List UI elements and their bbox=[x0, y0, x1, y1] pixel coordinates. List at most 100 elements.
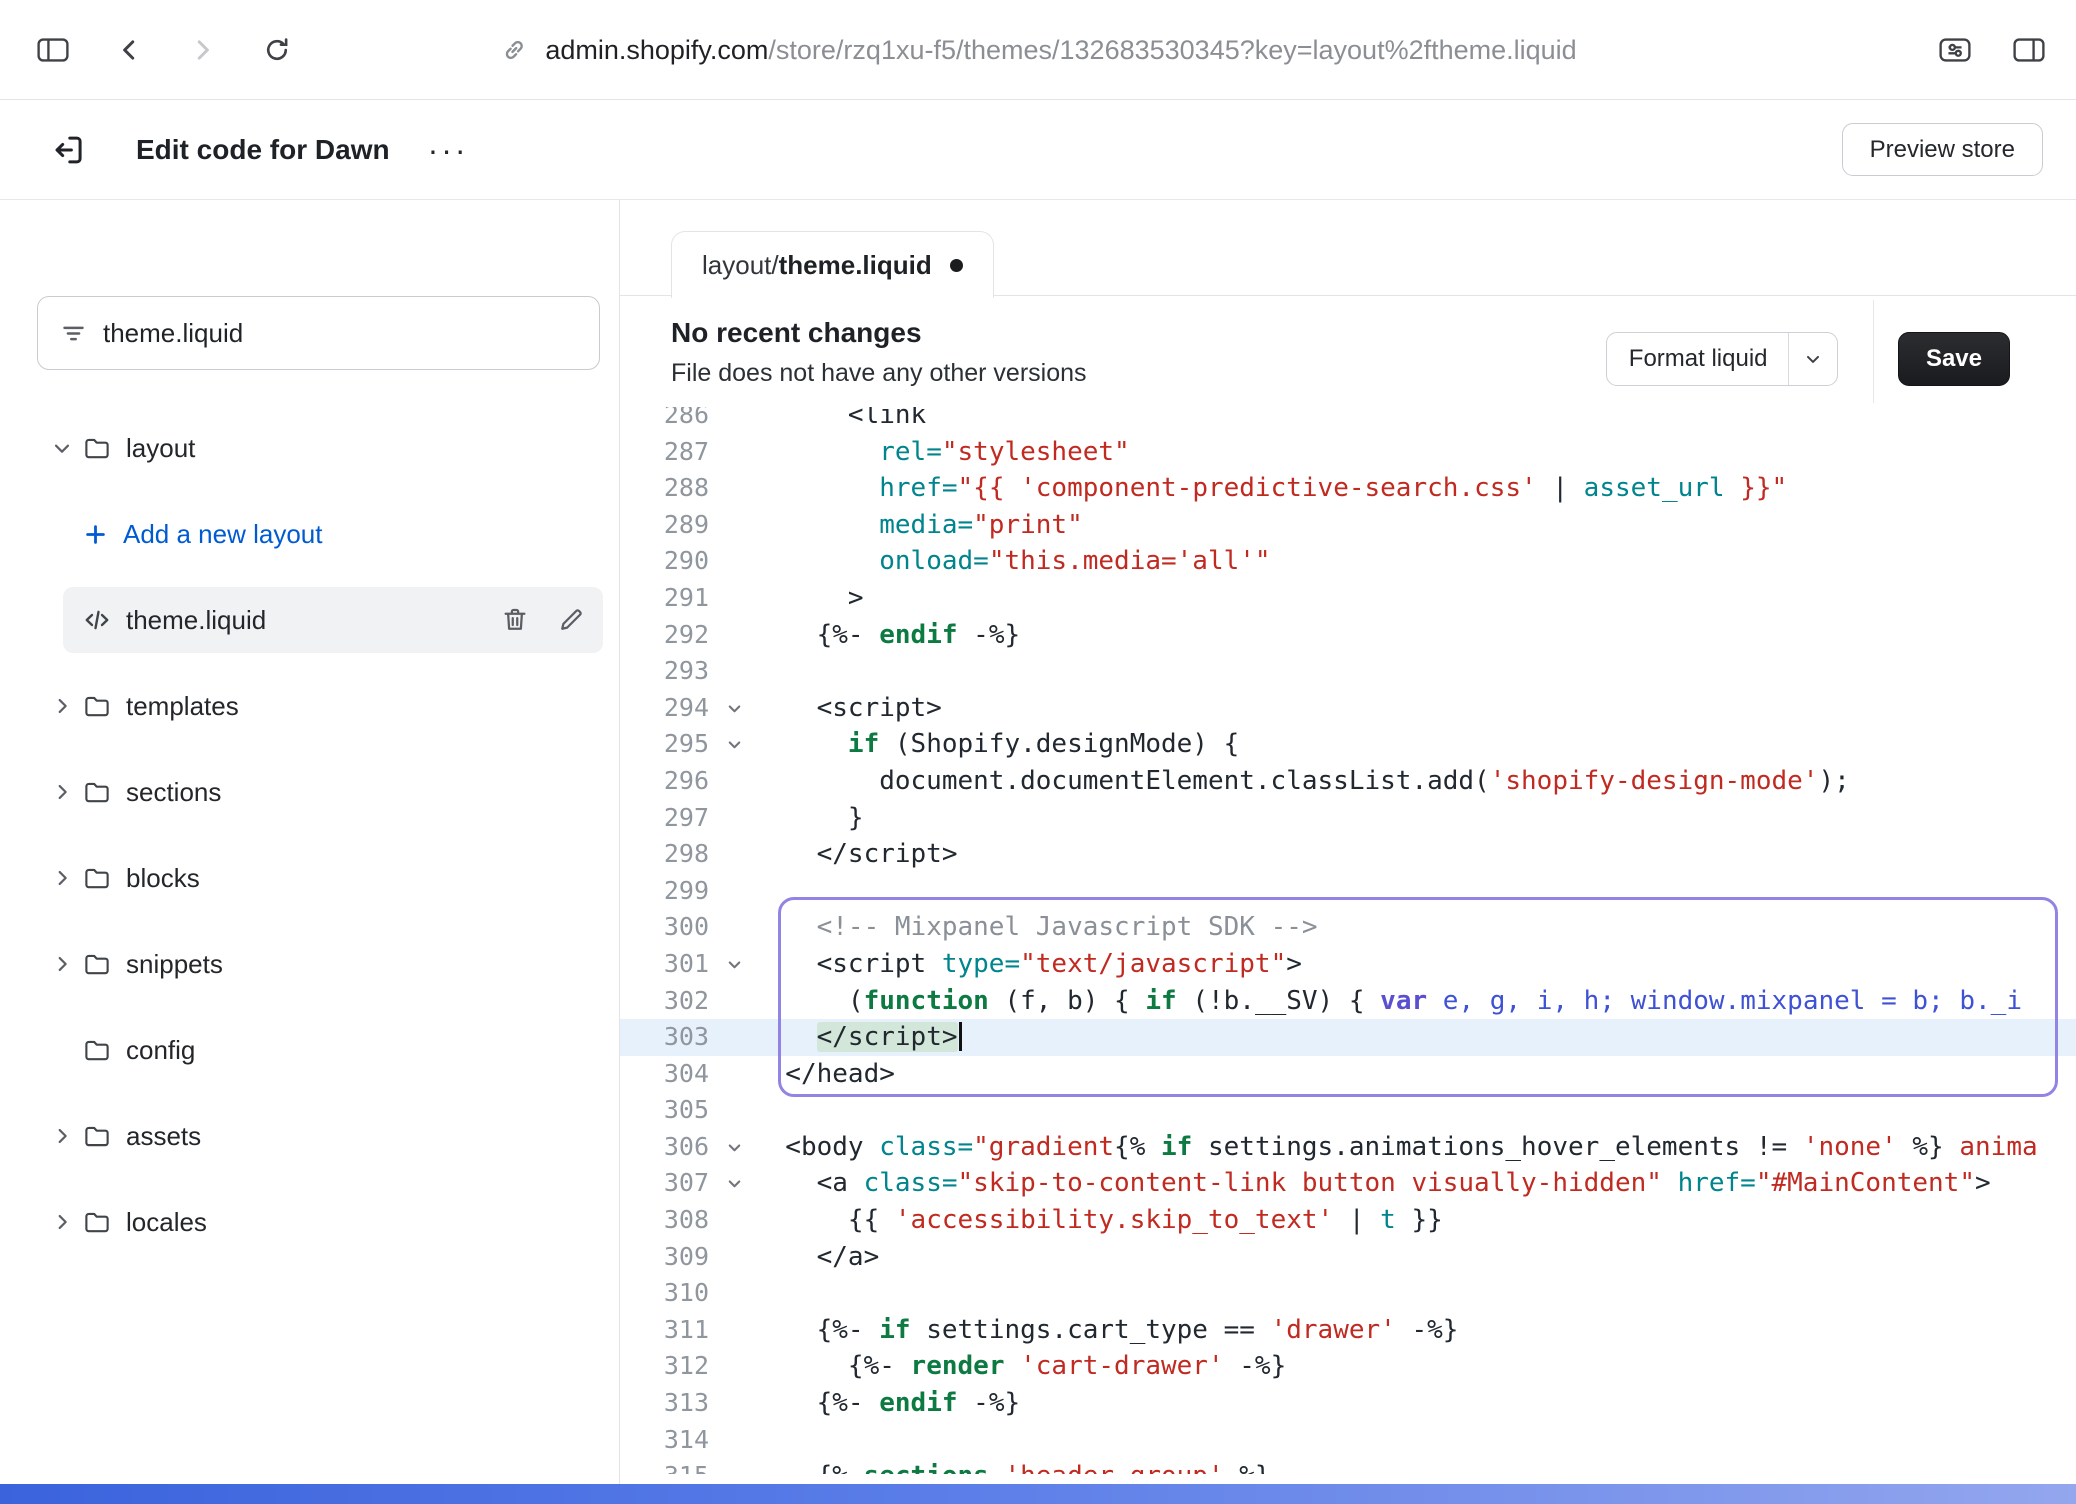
code-line-306[interactable]: 306 <body class="gradient{% if settings.… bbox=[620, 1129, 2076, 1166]
line-number: 303 bbox=[620, 1019, 715, 1056]
code-line-310[interactable]: 310 bbox=[620, 1275, 2076, 1312]
save-button[interactable]: Save bbox=[1898, 332, 2010, 386]
filter-icon bbox=[60, 320, 87, 347]
line-number: 300 bbox=[620, 909, 715, 946]
code-line-311[interactable]: 311 {%- if settings.cart_type == 'drawer… bbox=[620, 1312, 2076, 1349]
chevron-right-icon[interactable] bbox=[49, 1211, 75, 1233]
code-line-290[interactable]: 290 onload="this.media='all'" bbox=[620, 543, 2076, 580]
fold-toggle-icon[interactable] bbox=[715, 690, 754, 727]
code-line-313[interactable]: 313 {%- endif -%} bbox=[620, 1385, 2076, 1422]
sidebar-item-theme-liquid[interactable]: theme.liquid bbox=[0, 577, 620, 663]
code-line-287[interactable]: 287 rel="stylesheet" bbox=[620, 434, 2076, 471]
line-number: 299 bbox=[620, 873, 715, 910]
line-number: 293 bbox=[620, 653, 715, 690]
line-number: 286 bbox=[620, 407, 715, 434]
code-line-299[interactable]: 299 bbox=[620, 873, 2076, 910]
sidebar-item-add-layout[interactable]: Add a new layout bbox=[0, 491, 620, 577]
chevron-right-icon[interactable] bbox=[49, 781, 75, 803]
sidebar-item-locales[interactable]: locales bbox=[0, 1179, 620, 1265]
code-line-308[interactable]: 308 {{ 'accessibility.skip_to_text' | t … bbox=[620, 1202, 2076, 1239]
code-line-298[interactable]: 298 </script> bbox=[620, 836, 2076, 873]
code-line-315[interactable]: 315 {% sections 'header-group' %} bbox=[620, 1458, 2076, 1474]
status-title: No recent changes bbox=[671, 314, 1087, 352]
extensions-icon[interactable] bbox=[1938, 35, 1972, 65]
tab-theme-liquid[interactable]: layout/theme.liquid bbox=[671, 231, 994, 298]
fold-toggle-icon[interactable] bbox=[715, 1165, 754, 1202]
code-line-309[interactable]: 309 </a> bbox=[620, 1239, 2076, 1276]
line-number: 301 bbox=[620, 946, 715, 983]
folder-icon bbox=[82, 949, 112, 979]
file-tree: layout Add a new layout theme.liquid tem… bbox=[0, 405, 620, 1265]
line-number: 305 bbox=[620, 1092, 715, 1129]
code-line-288[interactable]: 288 href="{{ 'component-predictive-searc… bbox=[620, 470, 2076, 507]
unsaved-changes-dot bbox=[950, 259, 963, 272]
chevron-right-icon[interactable] bbox=[49, 867, 75, 889]
line-number: 302 bbox=[620, 983, 715, 1020]
address-bar[interactable]: admin.shopify.com/store/rzq1xu-f5/themes… bbox=[499, 0, 1576, 100]
code-line-302[interactable]: 302 (function (f, b) { if (!b.__SV) { va… bbox=[620, 983, 2076, 1020]
sidebar-item-sections[interactable]: sections bbox=[0, 749, 620, 835]
code-line-307[interactable]: 307 <a class="skip-to-content-link butto… bbox=[620, 1165, 2076, 1202]
back-icon[interactable] bbox=[114, 35, 144, 65]
exit-button[interactable] bbox=[50, 131, 88, 169]
forward-icon[interactable] bbox=[188, 35, 218, 65]
preview-store-button[interactable]: Preview store bbox=[1842, 123, 2043, 176]
code-line-314[interactable]: 314 bbox=[620, 1422, 2076, 1459]
code-line-312[interactable]: 312 {%- render 'cart-drawer' -%} bbox=[620, 1348, 2076, 1385]
line-number: 287 bbox=[620, 434, 715, 471]
code-line-301[interactable]: 301 <script type="text/javascript"> bbox=[620, 946, 2076, 983]
reload-icon[interactable] bbox=[262, 35, 292, 65]
code-file-icon bbox=[82, 605, 112, 635]
code-line-289[interactable]: 289 media="print" bbox=[620, 507, 2076, 544]
editor-status-bar: No recent changes File does not have any… bbox=[620, 296, 2076, 407]
sidebar-item-assets[interactable]: assets bbox=[0, 1093, 620, 1179]
edit-icon[interactable] bbox=[556, 605, 586, 635]
file-filter-input[interactable]: theme.liquid bbox=[37, 296, 600, 370]
file-sidebar: theme.liquid layout Add a new layout the… bbox=[0, 200, 620, 1484]
delete-icon[interactable] bbox=[500, 605, 530, 635]
line-number: 312 bbox=[620, 1348, 715, 1385]
sidebar-item-blocks[interactable]: blocks bbox=[0, 835, 620, 921]
folder-icon bbox=[82, 1035, 112, 1065]
chevron-right-icon[interactable] bbox=[49, 1125, 75, 1147]
line-number: 313 bbox=[620, 1385, 715, 1422]
code-editor[interactable]: 286 <link287 rel="stylesheet"288 href="{… bbox=[620, 407, 2076, 1474]
sidebar-item-snippets[interactable]: snippets bbox=[0, 921, 620, 1007]
more-actions-button[interactable]: ··· bbox=[428, 140, 469, 160]
code-line-293[interactable]: 293 bbox=[620, 653, 2076, 690]
folder-icon bbox=[82, 777, 112, 807]
sidebar-item-layout[interactable]: layout bbox=[0, 405, 620, 491]
folder-icon bbox=[82, 433, 112, 463]
folder-icon bbox=[82, 691, 112, 721]
panel-right-icon[interactable] bbox=[2012, 35, 2046, 65]
code-line-296[interactable]: 296 document.documentElement.classList.a… bbox=[620, 763, 2076, 800]
code-line-291[interactable]: 291 > bbox=[620, 580, 2076, 617]
code-line-295[interactable]: 295 if (Shopify.designMode) { bbox=[620, 726, 2076, 763]
fold-toggle-icon[interactable] bbox=[715, 946, 754, 983]
format-liquid-button[interactable]: Format liquid bbox=[1606, 332, 1838, 386]
line-number: 290 bbox=[620, 543, 715, 580]
chevron-down-icon[interactable] bbox=[49, 437, 75, 459]
code-line-300[interactable]: 300 <!-- Mixpanel Javascript SDK --> bbox=[620, 909, 2076, 946]
code-line-303[interactable]: 303 </script> bbox=[620, 1019, 2076, 1056]
chevron-right-icon[interactable] bbox=[49, 953, 75, 975]
line-number: 304 bbox=[620, 1056, 715, 1093]
sidebar-toggle-icon[interactable] bbox=[36, 35, 70, 65]
chevron-right-icon[interactable] bbox=[49, 695, 75, 717]
chevron-down-icon[interactable] bbox=[1789, 349, 1837, 369]
code-line-297[interactable]: 297 } bbox=[620, 800, 2076, 837]
code-line-304[interactable]: 304 </head> bbox=[620, 1056, 2076, 1093]
sidebar-item-config[interactable]: config bbox=[0, 1007, 620, 1093]
line-number: 288 bbox=[620, 470, 715, 507]
code-line-305[interactable]: 305 bbox=[620, 1092, 2076, 1129]
filter-value: theme.liquid bbox=[103, 318, 243, 349]
text-cursor bbox=[959, 1022, 962, 1051]
fold-toggle-icon[interactable] bbox=[715, 726, 754, 763]
fold-toggle-icon[interactable] bbox=[715, 1129, 754, 1166]
desktop-edge-strip bbox=[0, 1484, 2076, 1504]
divider bbox=[1873, 300, 1875, 403]
code-line-294[interactable]: 294 <script> bbox=[620, 690, 2076, 727]
code-line-292[interactable]: 292 {%- endif -%} bbox=[620, 617, 2076, 654]
sidebar-item-templates[interactable]: templates bbox=[0, 663, 620, 749]
code-line-286[interactable]: 286 <link bbox=[620, 407, 2076, 434]
